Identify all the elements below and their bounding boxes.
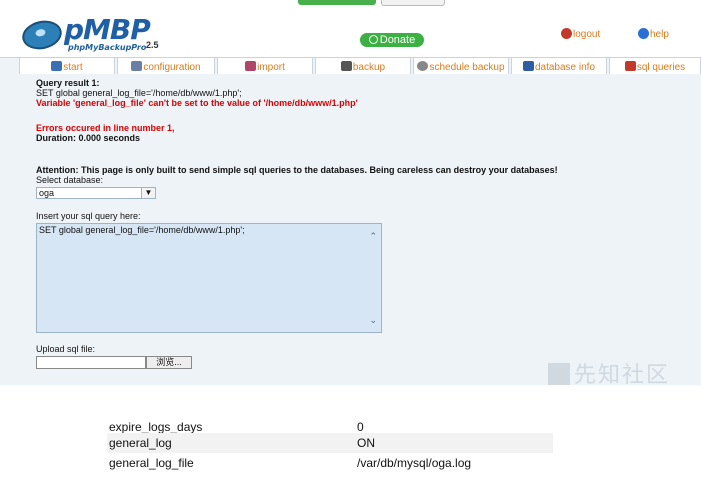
variables-table: expire_logs_days 0 general_log ON genera… (107, 422, 553, 473)
logout-label: logout (573, 29, 601, 40)
sql-query-label: Insert your sql query here: (36, 211, 141, 221)
donate-button[interactable]: Donate (360, 33, 424, 47)
tab-import[interactable]: import (217, 57, 313, 74)
watermark-text: 先知社区 (574, 363, 671, 385)
import-icon (245, 61, 257, 71)
watermark: 先知社区 (548, 357, 670, 385)
tab-label: database info (534, 62, 596, 73)
backup-icon (340, 61, 352, 71)
chevron-down-icon[interactable]: ▼ (141, 188, 155, 198)
help-label: help (650, 29, 669, 40)
attention-warning: Attention: This page is only built to se… (36, 165, 558, 175)
sql-query-value: SET global general_log_file='/home/db/ww… (39, 225, 245, 235)
tab-start[interactable]: start (19, 57, 115, 74)
tab-label: sql queries (636, 62, 686, 73)
help-link[interactable]: help (638, 28, 669, 40)
donate-label: Donate (379, 34, 416, 46)
result-error: Variable 'general_log_file' can't be set… (36, 98, 358, 108)
app-logo[interactable]: pMBP phpMyBackupPro (19, 13, 151, 55)
select-database-label: Select database: (36, 175, 104, 185)
app-version: 2.5 (146, 40, 159, 50)
tab-label: start (63, 62, 83, 73)
logout-link[interactable]: logout (561, 28, 600, 40)
selected-database: oga (39, 188, 55, 198)
table-row: general_log_file /var/db/mysql/oga.log (107, 453, 553, 473)
scroll-down-icon[interactable]: ⌄ (369, 315, 377, 326)
start-icon (51, 61, 63, 71)
variable-value: 0 (357, 422, 364, 433)
logo-subtitle: phpMyBackupPro (68, 43, 147, 52)
variable-name: general_log_file (109, 456, 194, 470)
variable-value: ON (357, 436, 375, 450)
tab-label: configuration (143, 62, 201, 73)
tab-configuration[interactable]: configuration (117, 57, 215, 74)
sql-query-textarea[interactable]: SET global general_log_file='/home/db/ww… (36, 223, 382, 333)
stopwatch-icon (417, 61, 429, 71)
database-icon (522, 61, 534, 71)
duration: Duration: 0.000 seconds (36, 133, 141, 143)
refresh-icon (368, 35, 378, 44)
help-icon (638, 28, 649, 39)
result-title: Query result 1: (36, 78, 100, 88)
variable-name: general_log (109, 436, 172, 450)
configuration-icon (131, 61, 143, 71)
logo-name: pMBP (64, 13, 151, 46)
table-row: expire_logs_days 0 (107, 422, 553, 433)
table-row: general_log ON (107, 433, 553, 453)
header: pMBP phpMyBackupPro 2.5 Donate logout he… (0, 10, 701, 58)
result-query: SET global general_log_file='/home/db/ww… (36, 88, 242, 98)
top-green-button[interactable] (298, 0, 376, 5)
tab-label: schedule backup (429, 62, 505, 73)
upload-label: Upload sql file: (36, 344, 96, 354)
errors-line: Errors occured in line number 1, (36, 123, 175, 133)
tab-schedule-backup[interactable]: schedule backup (413, 57, 509, 74)
nav-tabs: start configuration import backup schedu… (19, 57, 701, 74)
browse-button[interactable]: 浏览... (146, 356, 192, 369)
tab-sql-queries[interactable]: sql queries (609, 57, 701, 74)
top-grey-button[interactable] (381, 0, 445, 6)
pmbp-window: pMBP phpMyBackupPro 2.5 Donate logout he… (0, 10, 701, 385)
sql-queries-icon (624, 61, 636, 71)
database-select[interactable]: oga ▼ (36, 187, 156, 199)
logout-icon (561, 28, 572, 39)
scroll-up-icon[interactable]: ⌃ (369, 231, 377, 242)
tab-label: backup (352, 62, 386, 73)
file-path-input[interactable] (36, 356, 146, 369)
disk-logo-icon (19, 17, 65, 53)
tab-label: import (257, 62, 285, 73)
variable-value: /var/db/mysql/oga.log (357, 456, 472, 470)
watermark-logo-icon (548, 363, 570, 385)
variable-name: expire_logs_days (109, 422, 203, 433)
tab-database-info[interactable]: database info (511, 57, 607, 74)
tab-backup[interactable]: backup (315, 57, 411, 74)
